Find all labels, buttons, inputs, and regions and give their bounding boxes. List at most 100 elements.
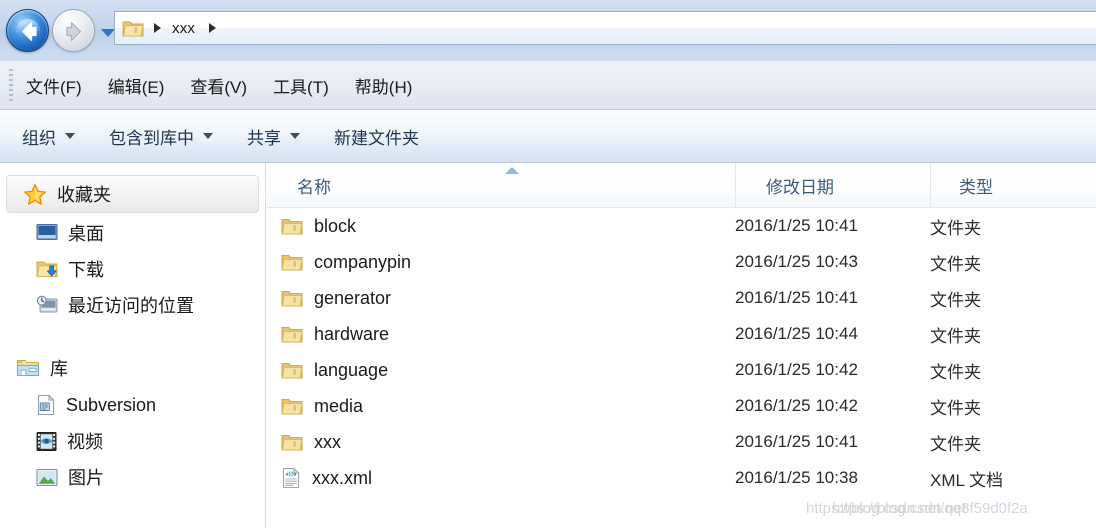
menu-item-edit[interactable]: 编辑(E) (108, 73, 165, 98)
back-button[interactable] (6, 9, 49, 52)
toolbar-include-in-library-button[interactable]: 包含到库中 (109, 124, 213, 149)
toolbar-new-folder-label: 新建文件夹 (334, 128, 419, 148)
file-name-cell: media (267, 396, 735, 417)
file-name-cell: xxx (267, 432, 735, 453)
file-date-cell: 2016/1/25 10:41 (735, 216, 858, 235)
sidebar-group-libraries-label: 库 (50, 359, 68, 379)
file-name-label: hardware (314, 323, 390, 344)
sidebar-group-favorites-label: 收藏夹 (57, 185, 111, 205)
chevron-down-icon (290, 133, 300, 139)
sidebar-item-videos-label: 视频 (67, 432, 103, 452)
sidebar-item-videos[interactable]: 视频 (0, 423, 265, 459)
file-date-cell: 2016/1/25 10:38 (735, 468, 858, 487)
sidebar-group-libraries[interactable]: 库 (0, 349, 265, 387)
folder-icon (122, 21, 144, 36)
table-row[interactable]: xxx.xml 2016/1/25 10:38 XML 文档 (267, 460, 1096, 496)
sidebar-item-downloads[interactable]: 下载 (0, 251, 265, 287)
back-arrow-icon (21, 21, 37, 42)
column-header-date-label: 修改日期 (766, 178, 834, 197)
file-name-label: block (314, 215, 357, 236)
xml-document-icon (282, 467, 300, 489)
table-row[interactable]: language 2016/1/25 10:42 文件夹 (267, 352, 1096, 388)
table-row[interactable]: generator 2016/1/25 10:41 文件夹 (267, 280, 1096, 316)
toolbar-new-folder-button[interactable]: 新建文件夹 (334, 124, 419, 149)
column-header-name-label: 名称 (297, 178, 331, 197)
table-row[interactable]: companypin 2016/1/25 10:43 文件夹 (267, 244, 1096, 280)
sidebar-item-desktop-label: 桌面 (68, 224, 104, 244)
column-header-date[interactable]: 修改日期 (735, 163, 930, 208)
table-row[interactable]: xxx 2016/1/25 10:41 文件夹 (267, 424, 1096, 460)
recent-places-icon (36, 295, 58, 313)
toolbar-include-in-library-label: 包含到库中 (109, 128, 194, 148)
file-name-label: companypin (314, 251, 412, 272)
toolbar-share-button[interactable]: 共享 (247, 124, 300, 149)
sort-ascending-icon (505, 167, 519, 174)
nav-button-group (6, 7, 115, 53)
file-rows: block 2016/1/25 10:41 文件夹 companypin 201… (267, 208, 1096, 496)
table-row[interactable]: hardware 2016/1/25 10:44 文件夹 (267, 316, 1096, 352)
file-name-cell: xxx.xml (267, 467, 735, 489)
file-date-cell: 2016/1/25 10:41 (735, 288, 858, 307)
file-type-cell: 文件夹 (930, 254, 981, 274)
forward-button[interactable] (52, 9, 95, 52)
sidebar-item-desktop[interactable]: 桌面 (0, 215, 265, 251)
folder-icon (281, 290, 303, 306)
sidebar-item-downloads-label: 下载 (68, 260, 104, 280)
folder-icon (281, 218, 303, 234)
address-bar[interactable]: xxx (114, 11, 1096, 45)
menu-item-tools[interactable]: 工具(T) (273, 73, 329, 98)
folder-icon (281, 434, 303, 450)
column-header-type[interactable]: 类型 (930, 163, 1096, 208)
desktop-icon (36, 223, 58, 241)
breadcrumb-separator-xxx[interactable] (209, 23, 217, 33)
navigation-pane: 收藏夹 桌面 下载 最近访问的位置 库 Subversion 视频 图片 (0, 163, 266, 528)
file-list-pane: 名称 修改日期 类型 block 2016/1/25 10:41 文件夹 com… (267, 163, 1096, 528)
menu-item-view[interactable]: 查看(V) (190, 73, 247, 98)
breadcrumb-separator-root[interactable] (154, 23, 161, 33)
library-icon (17, 360, 39, 376)
column-header-name[interactable]: 名称 (267, 163, 735, 208)
file-type-cell: 文件夹 (930, 434, 981, 454)
folder-icon (281, 362, 303, 378)
recent-locations-dropdown[interactable] (101, 29, 115, 37)
file-name-cell: language (267, 360, 735, 381)
file-date-cell: 2016/1/25 10:41 (735, 432, 858, 451)
chevron-down-icon (203, 133, 213, 139)
sidebar-item-pictures-label: 图片 (68, 468, 104, 488)
folder-icon (281, 398, 303, 414)
table-row[interactable]: media 2016/1/25 10:42 文件夹 (267, 388, 1096, 424)
file-name-cell: block (267, 216, 735, 237)
file-type-cell: 文件夹 (930, 326, 981, 346)
explorer-window: xxx 文件(F) 编辑(E) 查看(V) 工具(T) 帮助(H) 组织 包含到… (0, 0, 1096, 528)
breadcrumb-item-xxx[interactable]: xxx (168, 20, 199, 37)
menu-item-help[interactable]: 帮助(H) (355, 73, 413, 98)
file-type-cell: 文件夹 (930, 218, 981, 238)
column-header-type-label: 类型 (959, 178, 993, 197)
subversion-document-icon (37, 394, 55, 416)
pictures-library-icon (36, 468, 58, 486)
file-name-label: xxx.xml (312, 467, 372, 488)
file-name-cell: companypin (267, 252, 735, 273)
file-name-cell: generator (267, 288, 735, 309)
menu-item-file[interactable]: 文件(F) (26, 73, 82, 98)
table-row[interactable]: block 2016/1/25 10:41 文件夹 (267, 208, 1096, 244)
column-header-row: 名称 修改日期 类型 (267, 163, 1096, 208)
sidebar-item-subversion[interactable]: Subversion (0, 387, 265, 423)
navigation-bar: xxx (0, 0, 1096, 61)
video-library-icon (36, 431, 57, 451)
file-name-cell: hardware (267, 324, 735, 345)
menu-grip-handle[interactable] (9, 69, 13, 103)
file-type-cell: 文件夹 (930, 398, 981, 418)
sidebar-item-pictures[interactable]: 图片 (0, 459, 265, 495)
star-icon (24, 183, 46, 205)
file-type-cell: XML 文档 (930, 470, 1004, 490)
command-toolbar: 组织 包含到库中 共享 新建文件夹 (0, 110, 1096, 163)
downloads-folder-icon (36, 261, 58, 277)
toolbar-organize-button[interactable]: 组织 (22, 124, 75, 149)
toolbar-organize-label: 组织 (22, 128, 56, 148)
file-date-cell: 2016/1/25 10:42 (735, 360, 858, 379)
sidebar-group-favorites[interactable]: 收藏夹 (6, 175, 259, 213)
sidebar-item-recent-places[interactable]: 最近访问的位置 (0, 287, 265, 323)
file-date-cell: 2016/1/25 10:42 (735, 396, 858, 415)
menu-bar: 文件(F) 编辑(E) 查看(V) 工具(T) 帮助(H) (0, 61, 1096, 110)
